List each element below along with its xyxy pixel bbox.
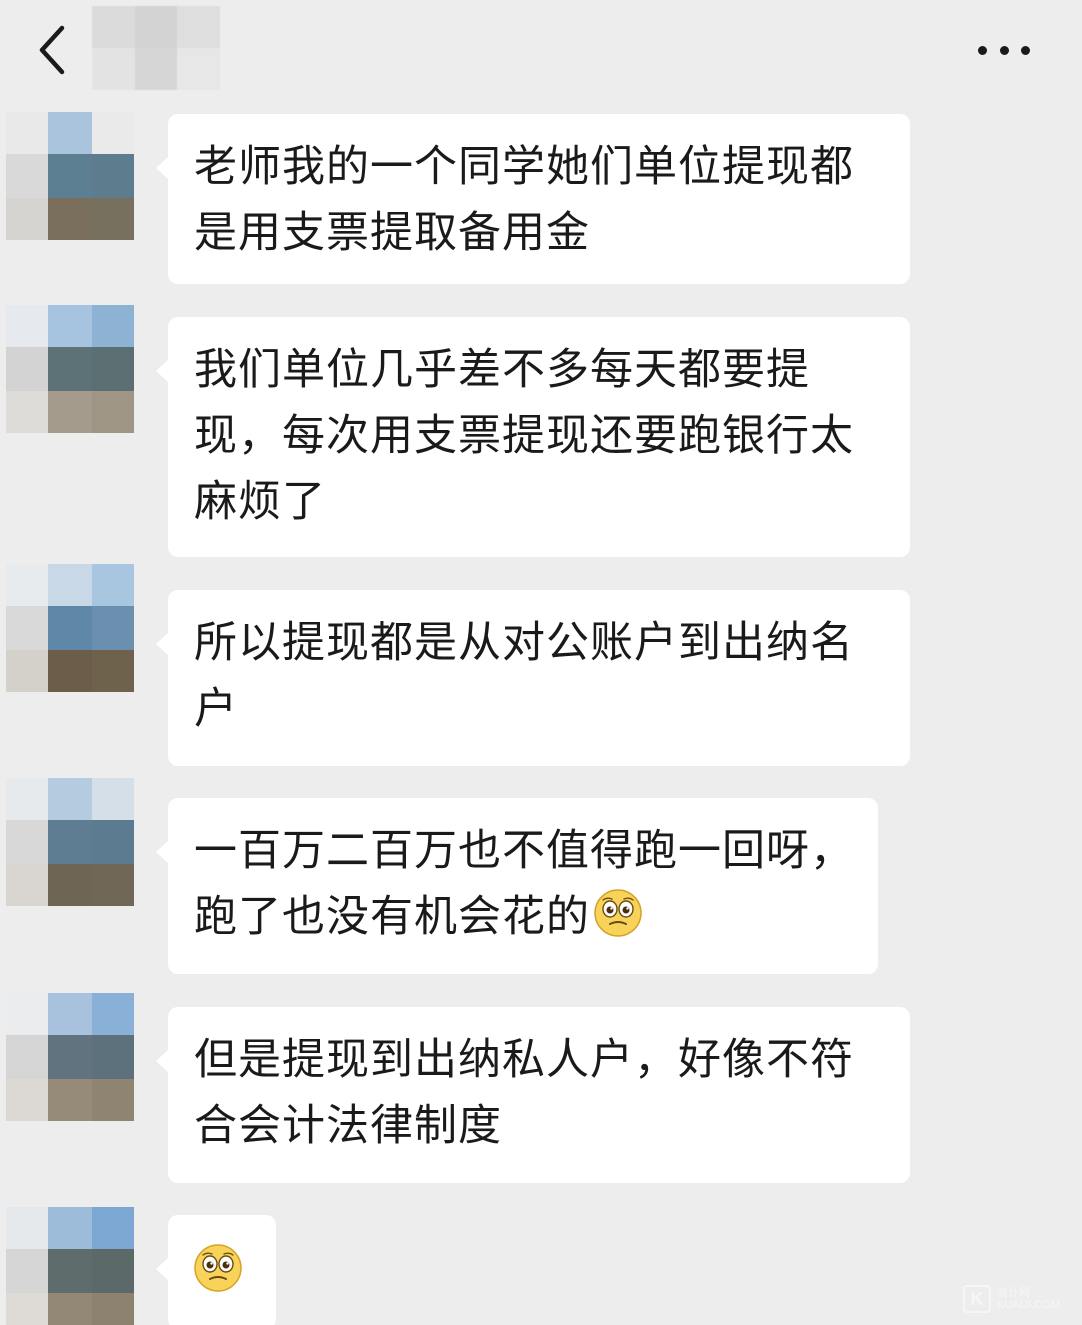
- watermark-logo: K 会计网 KUAIJI.COM: [963, 1285, 1060, 1313]
- avatar-pixelated[interactable]: [6, 993, 134, 1121]
- watermark-text: 会计网 KUAIJI.COM: [997, 1287, 1060, 1311]
- chat-header: [0, 0, 1082, 100]
- message-bubble[interactable]: 老师我的一个同学她们单位提现都是用支票提取备用金: [156, 114, 910, 284]
- pleading-face-icon: [192, 1242, 244, 1294]
- chat-screen: 老师我的一个同学她们单位提现都是用支票提取备用金 我们单位几乎差不多每天都要提现…: [0, 0, 1082, 1325]
- k-logo-icon: K: [963, 1285, 992, 1313]
- avatar-pixelated[interactable]: [6, 305, 134, 433]
- message-bubble[interactable]: 但是提现到出纳私人户，好像不符合会计法律制度: [156, 1007, 910, 1183]
- watermark-line1: 会计网: [997, 1287, 1031, 1299]
- message-bubble[interactable]: [156, 1215, 276, 1325]
- avatar-pixelated[interactable]: [6, 778, 134, 906]
- message-text: 我们单位几乎差不多每天都要提现，每次用支票提现还要跑银行太麻烦了: [194, 345, 854, 527]
- watermark-line2: KUAIJI.COM: [997, 1299, 1060, 1311]
- message-bubble[interactable]: 一百万二百万也不值得跑一回呀，跑了也没有机会花的: [156, 798, 878, 974]
- message-text: 所以提现都是从对公账户到出纳名户: [194, 618, 854, 734]
- chevron-left-icon: [39, 25, 65, 75]
- message-text: 但是提现到出纳私人户，好像不符合会计法律制度: [194, 1035, 854, 1151]
- back-button[interactable]: [28, 20, 78, 80]
- pleading-face-icon: [592, 887, 644, 939]
- more-dots-icon[interactable]: [978, 40, 1030, 60]
- message-text: 一百万二百万也不值得跑一回呀，跑了也没有机会花的: [194, 826, 854, 942]
- avatar-pixelated[interactable]: [6, 564, 134, 692]
- avatar-pixelated[interactable]: [6, 1207, 134, 1325]
- message-bubble[interactable]: 我们单位几乎差不多每天都要提现，每次用支票提现还要跑银行太麻烦了: [156, 317, 910, 557]
- avatar-pixelated[interactable]: [6, 112, 134, 240]
- chat-title-pixelated: [92, 6, 220, 90]
- message-bubble[interactable]: 所以提现都是从对公账户到出纳名户: [156, 590, 910, 766]
- message-text: 老师我的一个同学她们单位提现都是用支票提取备用金: [194, 142, 854, 258]
